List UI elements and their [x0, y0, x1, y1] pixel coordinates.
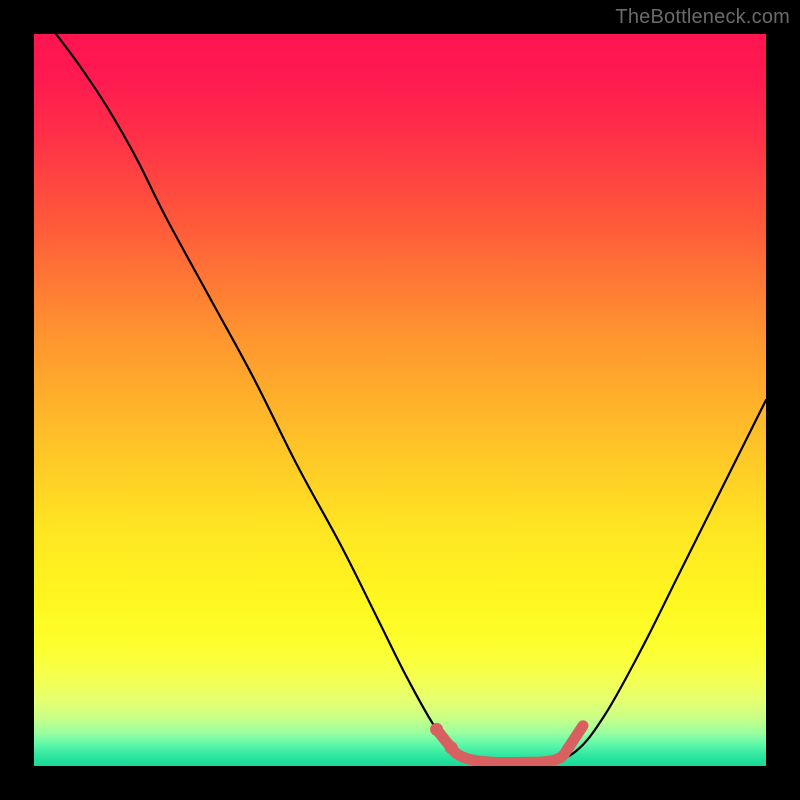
optimal-dot — [445, 741, 458, 754]
optimal-range-marker — [437, 726, 583, 763]
chart-frame: TheBottleneck.com — [0, 0, 800, 800]
watermark-text: TheBottleneck.com — [615, 6, 790, 29]
bottleneck-curve — [56, 34, 766, 763]
optimal-dot — [430, 723, 443, 736]
plot-area — [34, 34, 766, 766]
curve-svg — [34, 34, 766, 766]
